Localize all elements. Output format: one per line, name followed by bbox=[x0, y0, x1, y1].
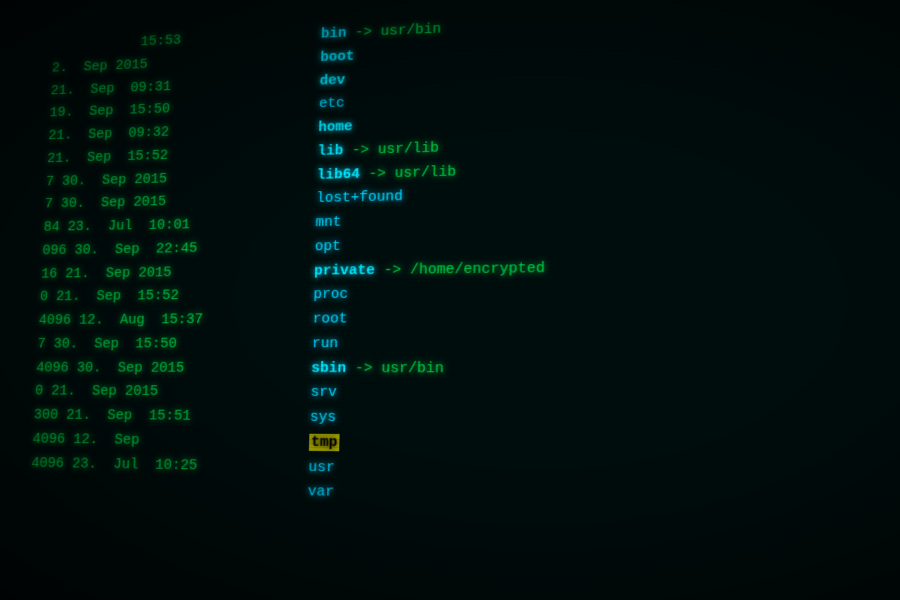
dir-name: bin bbox=[321, 25, 347, 42]
dir-entry: sbin -> usr/bin bbox=[311, 357, 900, 384]
meta-line: 300 21. Sep 15:51 bbox=[33, 404, 300, 430]
meta-line: 4096 12. Sep bbox=[32, 428, 300, 455]
symlink-arrow: -> usr/bin bbox=[355, 360, 444, 377]
dir-name: sbin bbox=[311, 360, 346, 377]
symlink-arrow: -> usr/lib bbox=[352, 140, 439, 159]
dir-name: sys bbox=[310, 409, 337, 426]
dir-name: usr bbox=[308, 458, 335, 476]
terminal-window: 15:53 2. Sep 2015 21. Sep 09:31 19. Sep … bbox=[0, 0, 900, 600]
meta-line: 096 30. Sep 22:45 bbox=[42, 236, 306, 263]
dir-name: lost+found bbox=[316, 189, 403, 207]
dir-name: proc bbox=[313, 286, 348, 303]
dir-name: dev bbox=[319, 72, 345, 89]
meta-line: 4096 23. Jul 10:25 bbox=[31, 452, 299, 480]
dir-entry: proc bbox=[313, 278, 900, 308]
dir-name: root bbox=[312, 311, 347, 328]
symlink-arrow: -> /home/encrypted bbox=[384, 260, 546, 279]
meta-line: 4096 12. Aug 15:37 bbox=[38, 308, 303, 333]
dir-entry: root bbox=[312, 304, 900, 332]
dir-name: boot bbox=[320, 48, 354, 65]
directory-listing-column: bin -> usr/bin boot dev etc home lib - bbox=[295, 0, 900, 600]
symlink-arrow: -> usr/bin bbox=[355, 21, 442, 41]
meta-line: 4096 30. Sep 2015 bbox=[36, 357, 302, 382]
dir-name-highlighted: tmp bbox=[309, 434, 340, 451]
meta-line: 0 21. Sep 2015 bbox=[34, 380, 301, 405]
dir-name: etc bbox=[319, 95, 345, 112]
file-metadata-column: 15:53 2. Sep 2015 21. Sep 09:31 19. Sep … bbox=[12, 24, 312, 592]
dir-name: run bbox=[312, 335, 339, 352]
dir-name: srv bbox=[310, 384, 337, 401]
dir-entry: run bbox=[312, 330, 900, 356]
symlink-arrow: -> usr/lib bbox=[368, 163, 456, 182]
dir-name: mnt bbox=[315, 214, 341, 231]
meta-line: 16 21. Sep 2015 bbox=[41, 260, 305, 287]
dir-name: opt bbox=[315, 238, 341, 255]
dir-name: var bbox=[307, 483, 334, 501]
meta-line: 7 30. Sep 15:50 bbox=[37, 332, 303, 356]
dir-name: lib64 bbox=[317, 166, 360, 183]
meta-line: 0 21. Sep 15:52 bbox=[39, 284, 304, 310]
dir-name: home bbox=[318, 119, 353, 136]
dir-name: private bbox=[314, 262, 375, 279]
dir-name: lib bbox=[317, 142, 343, 159]
